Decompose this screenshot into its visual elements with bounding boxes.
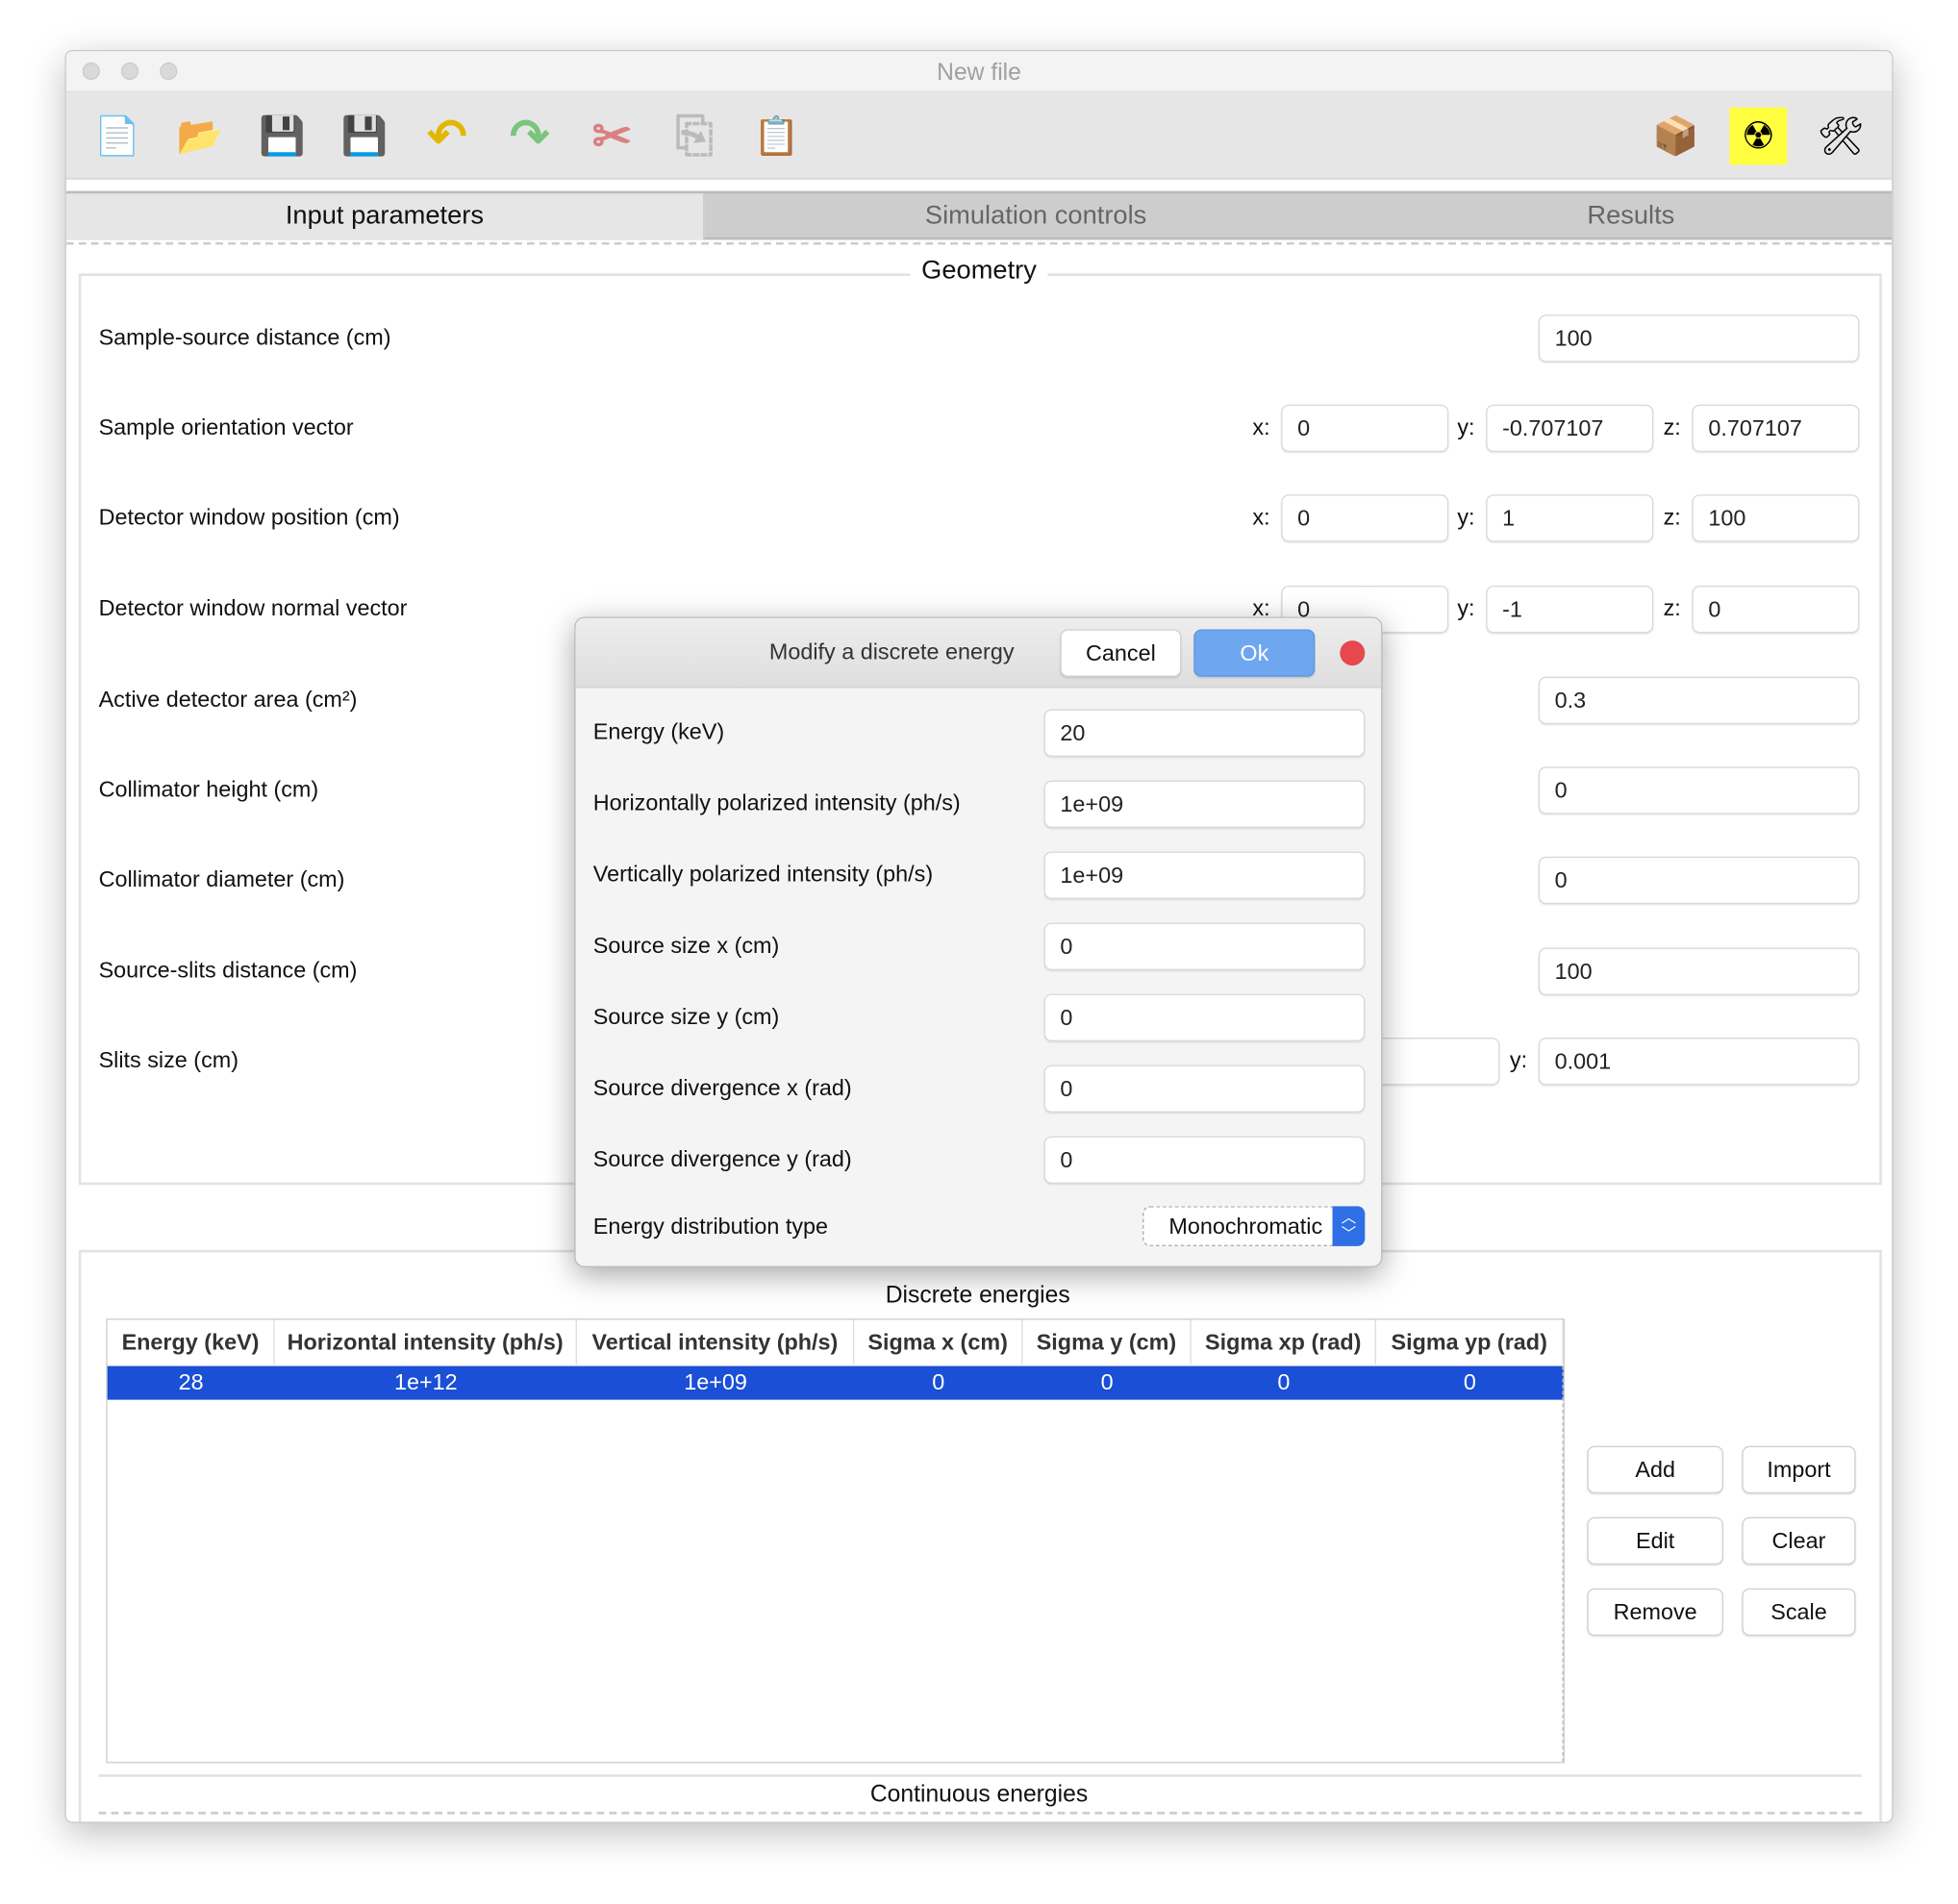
- y-field[interactable]: 1: [1486, 494, 1654, 542]
- x-label: x:: [1252, 414, 1270, 440]
- table-cell: 0: [1277, 1369, 1291, 1395]
- column-header[interactable]: Vertical intensity (ph/s): [577, 1319, 855, 1365]
- geometry-label: Collimator diameter (cm): [98, 866, 345, 892]
- geometry-label: Detector window normal vector: [98, 595, 408, 621]
- table-cell: 0: [932, 1369, 945, 1395]
- y-label: y:: [1457, 414, 1475, 440]
- y-label: y:: [1457, 595, 1475, 621]
- z-label: z:: [1663, 595, 1681, 621]
- dialog-field-label: Source divergence x (rad): [592, 1075, 852, 1100]
- add-button[interactable]: Add: [1587, 1445, 1723, 1494]
- dialog-field-input[interactable]: 0: [1043, 1065, 1366, 1113]
- modify-energy-dialog: Modify a discrete energy Cancel Ok Energ…: [574, 616, 1383, 1267]
- geometry-label: Detector window position (cm): [98, 504, 400, 530]
- y-field[interactable]: -0.707107: [1486, 404, 1654, 453]
- dialog-field-label: Vertically polarized intensity (ph/s): [592, 861, 934, 887]
- y-label: y:: [1457, 504, 1475, 530]
- geometry-field[interactable]: 100: [1538, 947, 1860, 995]
- table-row[interactable]: 28 1e+12 1e+09 0 0 0 0: [107, 1365, 1564, 1400]
- geometry-label: Collimator height (cm): [98, 776, 319, 802]
- column-header[interactable]: Sigma xp (rad): [1192, 1319, 1376, 1365]
- table-cell: 1e+12: [393, 1369, 458, 1395]
- slits-y-field[interactable]: 0.001: [1538, 1038, 1860, 1086]
- continuous-energies-title: Continuous energies: [869, 1781, 1089, 1809]
- z-field[interactable]: 0.707107: [1692, 404, 1860, 453]
- column-header[interactable]: Sigma y (cm): [1022, 1319, 1192, 1365]
- dialog-field-input[interactable]: 1e+09: [1043, 780, 1366, 828]
- selected-distribution: Monochromatic: [1168, 1214, 1323, 1240]
- discrete-energies-table[interactable]: Energy (keV) Horizontal intensity (ph/s) V…: [106, 1318, 1566, 1764]
- x-field[interactable]: 0: [1281, 494, 1449, 542]
- chevron-updown-icon: ︿ ﹀: [1332, 1206, 1366, 1246]
- column-header[interactable]: Energy (keV): [108, 1319, 275, 1365]
- dialog-field-label: Source size x (cm): [592, 932, 780, 958]
- geometry-field[interactable]: 100: [1538, 314, 1860, 363]
- geometry-field[interactable]: 0.3: [1538, 676, 1860, 725]
- geometry-label: Source-slits distance (cm): [98, 957, 358, 983]
- y-field[interactable]: -1: [1486, 585, 1654, 634]
- table-cell: 28: [178, 1369, 204, 1395]
- y-label: y:: [1509, 1047, 1528, 1073]
- edit-button[interactable]: Edit: [1587, 1516, 1723, 1566]
- dialog-field-label: Source size y (cm): [592, 1003, 780, 1029]
- geometry-field[interactable]: 0: [1538, 856, 1860, 905]
- dialog-field-label: Energy (keV): [592, 718, 725, 744]
- column-header[interactable]: Horizontal intensity (ph/s): [275, 1319, 577, 1365]
- geometry-label: Sample orientation vector: [98, 414, 354, 440]
- z-field[interactable]: 100: [1692, 494, 1860, 542]
- dialog-field-input[interactable]: 0: [1043, 1136, 1366, 1184]
- remove-button[interactable]: Remove: [1587, 1588, 1723, 1637]
- table-scrollbar[interactable]: [1562, 1365, 1564, 1763]
- column-header[interactable]: Sigma x (cm): [854, 1319, 1023, 1365]
- x-field[interactable]: 0: [1281, 404, 1449, 453]
- dialog-field-input[interactable]: 1e+09: [1043, 851, 1366, 899]
- z-label: z:: [1663, 414, 1681, 440]
- import-button[interactable]: Import: [1742, 1445, 1856, 1494]
- geometry-field[interactable]: 0: [1538, 766, 1860, 814]
- dialog-field-input[interactable]: 0: [1043, 993, 1366, 1041]
- dialog-field-input[interactable]: 20: [1043, 709, 1366, 757]
- table-cell: 1e+09: [684, 1369, 747, 1395]
- energy-distribution-select[interactable]: Monochromatic ︿ ﹀: [1142, 1206, 1366, 1246]
- clear-button[interactable]: Clear: [1742, 1516, 1856, 1566]
- dialog-field-label: Source divergence y (rad): [592, 1146, 852, 1171]
- dialog-field-label: Horizontally polarized intensity (ph/s): [592, 789, 961, 815]
- z-label: z:: [1663, 504, 1681, 530]
- scale-button[interactable]: Scale: [1742, 1588, 1856, 1637]
- dialog-field-input[interactable]: 0: [1043, 922, 1366, 970]
- table-cell: 0: [1100, 1369, 1114, 1395]
- geometry-label: Slits size (cm): [98, 1047, 239, 1073]
- divider: [98, 1812, 1863, 1815]
- divider: [98, 1774, 1863, 1777]
- geometry-label: Active detector area (cm²): [98, 687, 358, 713]
- energy-distribution-label: Energy distribution type: [592, 1214, 829, 1240]
- z-field[interactable]: 0: [1692, 585, 1860, 634]
- x-label: x:: [1252, 504, 1270, 530]
- geometry-label: Sample-source distance (cm): [98, 324, 391, 350]
- table-cell: 0: [1463, 1369, 1476, 1395]
- column-header[interactable]: Sigma yp (rad): [1376, 1319, 1564, 1365]
